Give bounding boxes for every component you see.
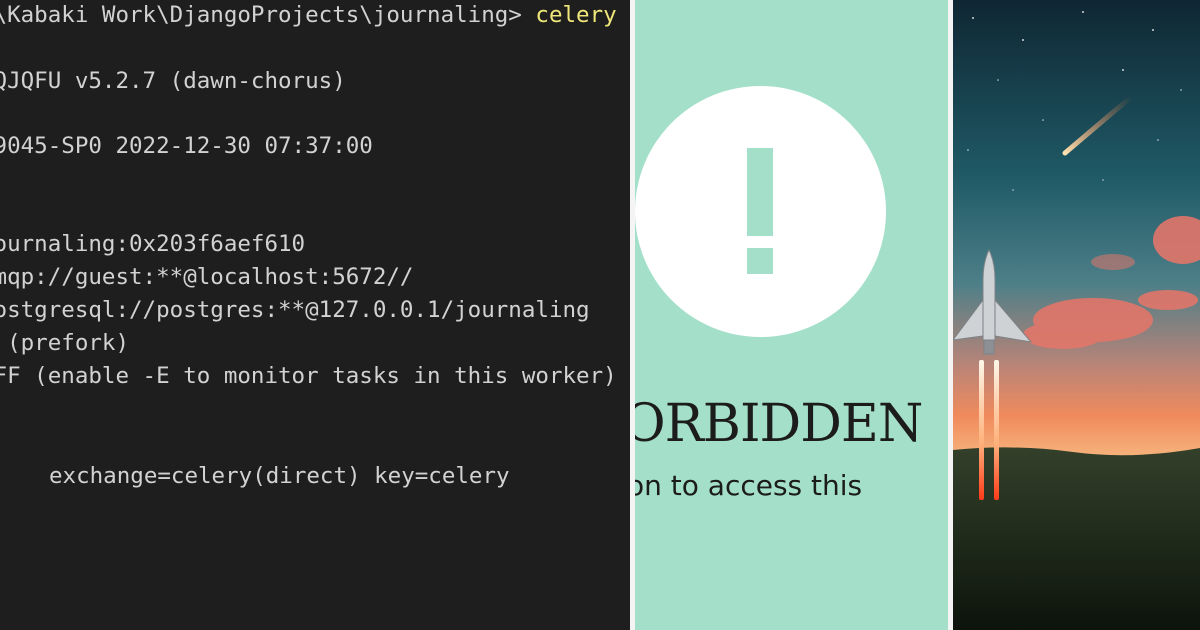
terminal-prompt-line: o\Kabaki Work\DjangoProjects\journaling>… <box>0 2 617 28</box>
terminal-line-queue: exchange=celery(direct) key=celery <box>49 463 510 489</box>
forbidden-subtitle: on to access this <box>635 469 863 502</box>
exclamation-circle-icon <box>635 86 886 337</box>
terminal-line-concurrency: 4 (prefork) <box>7 330 130 356</box>
terminal-line-app: journaling:0x203f6aef610 <box>0 231 306 257</box>
rocket-launch-photo <box>953 0 1200 630</box>
terminal-prompt: o\Kabaki Work\DjangoProjects\journaling> <box>0 2 536 28</box>
terminal-line-version: LQJQFU v5.2.7 (dawn-chorus) <box>0 68 346 94</box>
terminal-line-platform: 19045-SP0 2022-12-30 07:37:00 <box>0 133 373 159</box>
exclamation-dot <box>747 248 773 274</box>
terminal-command: celery <box>535 2 617 28</box>
terminal-line-results: postgresql://postgres:**@127.0.0.1/journ… <box>0 297 590 323</box>
exclamation-bar <box>747 148 773 236</box>
terminal-line-transport: amqp://guest:**@localhost:5672// <box>0 264 414 290</box>
forbidden-title: ORBIDDEN <box>635 394 923 454</box>
terminal-panel: o\Kabaki Work\DjangoProjects\journaling>… <box>0 0 630 630</box>
terminal-line-events: OFF (enable -E to monitor tasks in this … <box>0 363 617 389</box>
forbidden-panel: ORBIDDEN on to access this <box>635 0 948 630</box>
